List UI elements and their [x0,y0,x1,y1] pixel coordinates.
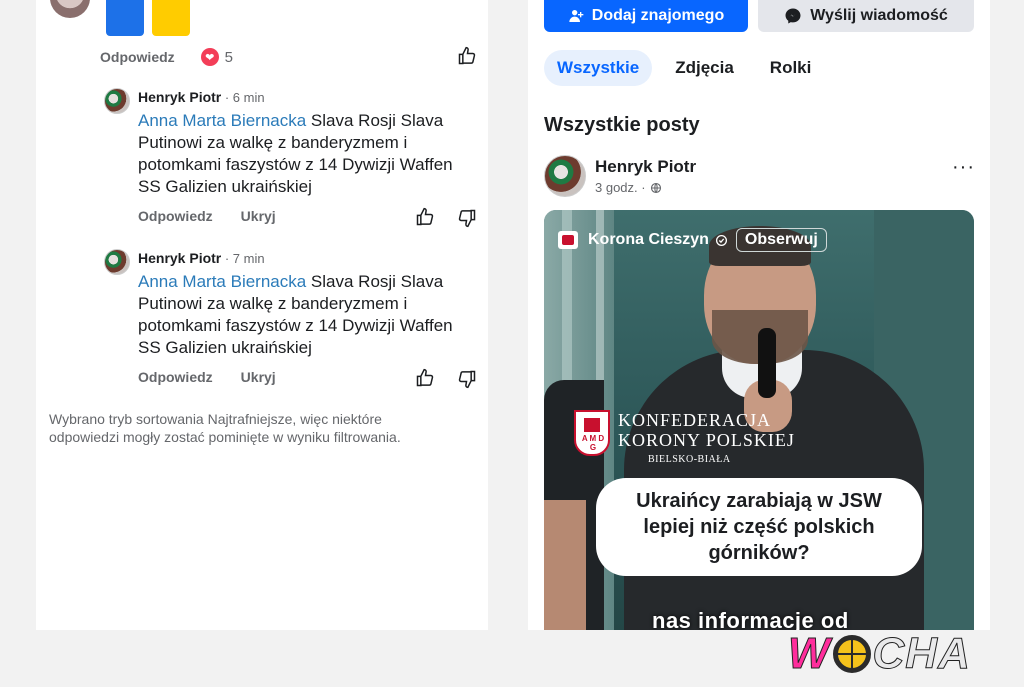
watermark-letter-w: W [788,629,831,679]
channel-logo-icon [558,231,578,249]
top-comment-actions: Odpowiedz ❤ 5 [100,48,233,66]
microphone [758,328,776,398]
shield-letters: A M D G [581,434,605,452]
post-time[interactable]: 3 godz. · [595,180,646,195]
flag-blue-emoji [106,0,144,36]
comment-author[interactable]: Henryk Piotr [138,250,221,266]
like-icon[interactable] [415,207,435,227]
comments-panel: Odpowiedz ❤ 5 Henryk Piotr · 6 min Anna … [36,0,488,630]
reply-button[interactable]: Odpowiedz [100,49,175,65]
tab-all[interactable]: Wszystkie [544,50,653,86]
reply-comment: Henryk Piotr · 7 min Anna Marta Biernack… [104,249,494,399]
globe-icon [650,182,662,194]
org-line1: KONFEDERACJA [618,410,772,430]
mention-link[interactable]: Anna Marta Biernacka [138,111,306,130]
channel-name[interactable]: Korona Cieszyn [588,231,709,249]
mention-link[interactable]: Anna Marta Biernacka [138,272,306,291]
post-author-avatar[interactable] [544,155,586,197]
wheel-icon [832,635,871,673]
add-friend-label: Dodaj znajomego [591,7,725,24]
video-subtitle: nas informacje od [652,608,849,630]
org-line3: BIELSKO-BIAŁA [648,454,731,465]
top-comment-avatar[interactable] [50,0,90,18]
avatar[interactable] [104,249,130,275]
follow-button[interactable]: Obserwuj [735,228,827,252]
video-tattooed-arm [544,500,586,630]
org-name: KONFEDERACJA KORONY POLSKIEJ BIELSKO-BIA… [618,410,795,465]
send-message-button[interactable]: Wyślij wiadomość [758,0,974,32]
comment-text: Anna Marta Biernacka Slava Rosji Slava P… [138,271,478,359]
comment-time[interactable]: · 6 min [221,90,265,105]
post-author[interactable]: Henryk Piotr [595,157,696,177]
comment-actions: Odpowiedz Ukryj [138,208,304,224]
wiocha-watermark-logo: W CHA [788,629,1012,679]
like-icon[interactable] [457,46,477,66]
comment-author[interactable]: Henryk Piotr [138,89,221,105]
profile-panel: Dodaj znajomego Wyślij wiadomość Wszystk… [528,0,990,630]
reply-button[interactable]: Odpowiedz [138,208,213,224]
coat-of-arms-icon: A M D G [574,410,610,456]
add-friend-button[interactable]: Dodaj znajomego [544,0,748,32]
post-meta: 3 godz. · [595,180,662,195]
reply-comment: Henryk Piotr · 6 min Anna Marta Biernack… [104,88,494,238]
comment-actions: Odpowiedz Ukryj [138,369,304,385]
dislike-icon[interactable] [457,369,477,389]
confederation-logo: A M D G KONFEDERACJA KORONY POLSKIEJ BIE… [574,410,795,465]
comment-time[interactable]: · 7 min [221,251,265,266]
like-icon[interactable] [415,368,435,388]
more-options-icon[interactable]: ··· [952,156,975,179]
tab-reels[interactable]: Rolki [757,50,825,86]
hide-button[interactable]: Ukryj [241,369,276,385]
add-friend-icon [568,8,584,24]
messenger-icon [784,7,802,25]
comment-header: Henryk Piotr · 7 min [138,250,265,266]
send-message-label: Wyślij wiadomość [810,7,948,24]
reaction-count[interactable]: 5 [225,49,233,66]
org-line2: KORONY POLSKIEJ [618,430,795,450]
sort-mode-note: Wybrano tryb sortowania Najtrafniejsze, … [49,411,401,445]
post-filter-tabs: Wszystkie Zdjęcia Rolki [544,50,834,86]
watermark-letters: CHA [872,629,971,679]
avatar[interactable] [104,88,130,114]
post-video[interactable]: Korona Cieszyn Obserwuj A M D G KONFEDER… [544,210,974,630]
reply-button[interactable]: Odpowiedz [138,369,213,385]
verified-icon [715,234,728,247]
dislike-icon[interactable] [457,208,477,228]
hide-button[interactable]: Ukryj [241,208,276,224]
heart-reaction-icon[interactable]: ❤ [200,48,219,66]
comment-header: Henryk Piotr · 6 min [138,89,265,105]
comment-text: Anna Marta Biernacka Slava Rosji Slava P… [138,110,478,198]
tab-photos[interactable]: Zdjęcia [662,50,747,86]
video-caption-bubble: Ukraińcy zarabiają w JSW lepiej niż częś… [596,478,922,576]
video-channel-header: Korona Cieszyn Obserwuj [558,228,827,252]
section-title: Wszystkie posty [544,114,700,136]
flag-yellow-emoji [152,0,190,36]
